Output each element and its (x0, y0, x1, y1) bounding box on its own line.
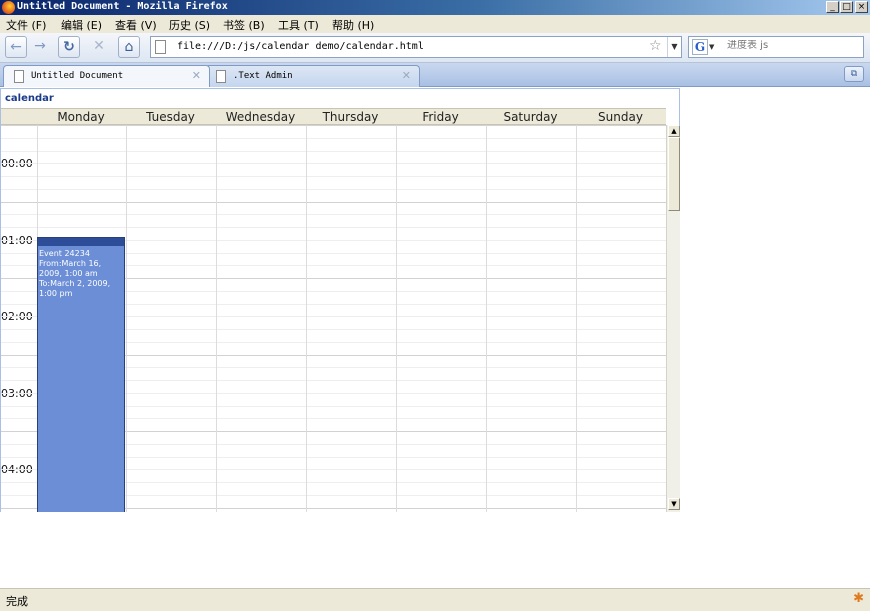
tab-label: Untitled Document (31, 71, 124, 81)
bookmark-star-icon[interactable]: ☆ (649, 38, 662, 54)
menu-bar: 文件 (F) 编辑 (E) 查看 (V) 历史 (S) 书签 (B) 工具 (T… (0, 15, 870, 33)
day-header-tuesday: Tuesday (146, 110, 195, 124)
scroll-up-icon[interactable]: ▲ (668, 125, 680, 137)
grid-line (1, 163, 666, 164)
grid-line (1, 227, 666, 228)
tab-untitled-document[interactable]: Untitled Document ✕ (3, 65, 210, 87)
menu-history[interactable]: 历史 (S) (169, 17, 210, 33)
day-header-monday: Monday (57, 110, 105, 124)
stop-button[interactable]: ✕ (88, 36, 110, 58)
search-bar[interactable]: G ▼ (688, 36, 864, 58)
menu-file[interactable]: 文件 (F) (6, 17, 46, 33)
event-title: Event 24234 (39, 249, 90, 258)
firefox-logo-icon (2, 1, 15, 14)
grid-line (1, 125, 666, 126)
menu-view[interactable]: 查看 (V) (115, 17, 157, 33)
back-button[interactable]: ← (5, 36, 27, 58)
grid-line (1, 151, 666, 152)
url-dropdown-button[interactable]: ▼ (667, 37, 681, 57)
search-input[interactable] (727, 40, 857, 51)
minimize-button[interactable]: _ (826, 1, 839, 13)
event-header-bar[interactable] (38, 238, 124, 246)
close-tab-icon[interactable]: ✕ (192, 69, 201, 82)
window-titlebar[interactable]: Untitled Document - Mozilla Firefox _ □ … (0, 0, 870, 15)
close-tab-icon[interactable]: ✕ (402, 69, 411, 82)
grid-line (1, 202, 666, 203)
forward-button[interactable]: → (29, 36, 51, 58)
arrow-left-icon: ← (10, 39, 22, 55)
status-text: 完成 (6, 595, 28, 608)
page-icon (14, 70, 24, 83)
grid-line (1, 138, 666, 139)
day-header-friday: Friday (422, 110, 459, 124)
day-column-divider (396, 125, 397, 512)
day-header-thursday: Thursday (322, 110, 379, 124)
home-icon: ⌂ (124, 39, 134, 55)
day-column-divider (216, 125, 217, 512)
page-icon (216, 70, 226, 83)
arrow-right-icon: → (34, 38, 46, 54)
reload-icon: ↻ (63, 39, 75, 55)
day-header-wednesday: Wednesday (225, 110, 296, 124)
stop-icon: ✕ (93, 38, 105, 54)
menu-tools[interactable]: 工具 (T) (278, 17, 319, 33)
tab-bar: Untitled Document ✕ .Text Admin ✕ ⧉ (0, 63, 870, 87)
calendar-title: calendar (5, 93, 54, 104)
vertical-scrollbar[interactable]: ▲ ▼ (666, 125, 680, 512)
tab-text-admin[interactable]: .Text Admin ✕ (205, 65, 420, 87)
event-to: To:March 2, 2009, 1:00 pm (39, 279, 111, 298)
calendar-widget: calendar Monday Tuesday Wednesday Thursd… (0, 88, 680, 512)
page-icon (155, 40, 166, 54)
addon-bar-icon[interactable]: ✱ (853, 591, 864, 606)
tab-label: .Text Admin (233, 71, 293, 81)
close-button[interactable]: × (855, 1, 868, 13)
calendar-event[interactable]: Event 24234 From:March 16, 2009, 1:00 am… (37, 237, 125, 512)
event-details: Event 24234 From:March 16, 2009, 1:00 am… (39, 249, 125, 299)
google-search-engine-icon[interactable]: G (692, 39, 708, 55)
grid-line (1, 176, 666, 177)
search-engine-dropdown-icon[interactable]: ▼ (709, 43, 714, 51)
day-header-sunday: Sunday (598, 110, 643, 124)
day-column-divider (576, 125, 577, 512)
home-button[interactable]: ⌂ (118, 36, 140, 58)
day-column-divider (126, 125, 127, 512)
menu-edit[interactable]: 编辑 (E) (61, 17, 102, 33)
list-all-tabs-icon[interactable]: ⧉ (844, 66, 864, 82)
menu-help[interactable]: 帮助 (H) (332, 17, 374, 33)
day-column-divider (486, 125, 487, 512)
day-header-saturday: Saturday (503, 110, 558, 124)
reload-button[interactable]: ↻ (58, 36, 80, 58)
day-header-row: Monday Tuesday Wednesday Thursday Friday… (1, 108, 666, 125)
menu-bookmarks[interactable]: 书签 (B) (223, 17, 265, 33)
status-bar: 完成 ✱ (0, 588, 870, 611)
grid-line (1, 214, 666, 215)
scrollbar-thumb[interactable] (668, 137, 680, 211)
url-bar[interactable]: file:///D:/js/calendar demo/calendar.htm… (150, 36, 682, 58)
window-title: Untitled Document - Mozilla Firefox (17, 1, 228, 12)
page-content: calendar Monday Tuesday Wednesday Thursd… (0, 88, 870, 588)
event-from: From:March 16, 2009, 1:00 am (39, 259, 102, 278)
maximize-button[interactable]: □ (840, 1, 853, 13)
url-text[interactable]: file:///D:/js/calendar demo/calendar.htm… (177, 41, 424, 52)
navigation-toolbar: ← → ↻ ✕ ⌂ file:///D:/js/calendar demo/ca… (0, 33, 870, 63)
time-grid[interactable]: 00:00 01:00 02:00 03:00 04:00 Event 2423… (1, 125, 666, 512)
day-column-divider (306, 125, 307, 512)
scroll-down-icon[interactable]: ▼ (668, 498, 680, 510)
grid-line (1, 189, 666, 190)
